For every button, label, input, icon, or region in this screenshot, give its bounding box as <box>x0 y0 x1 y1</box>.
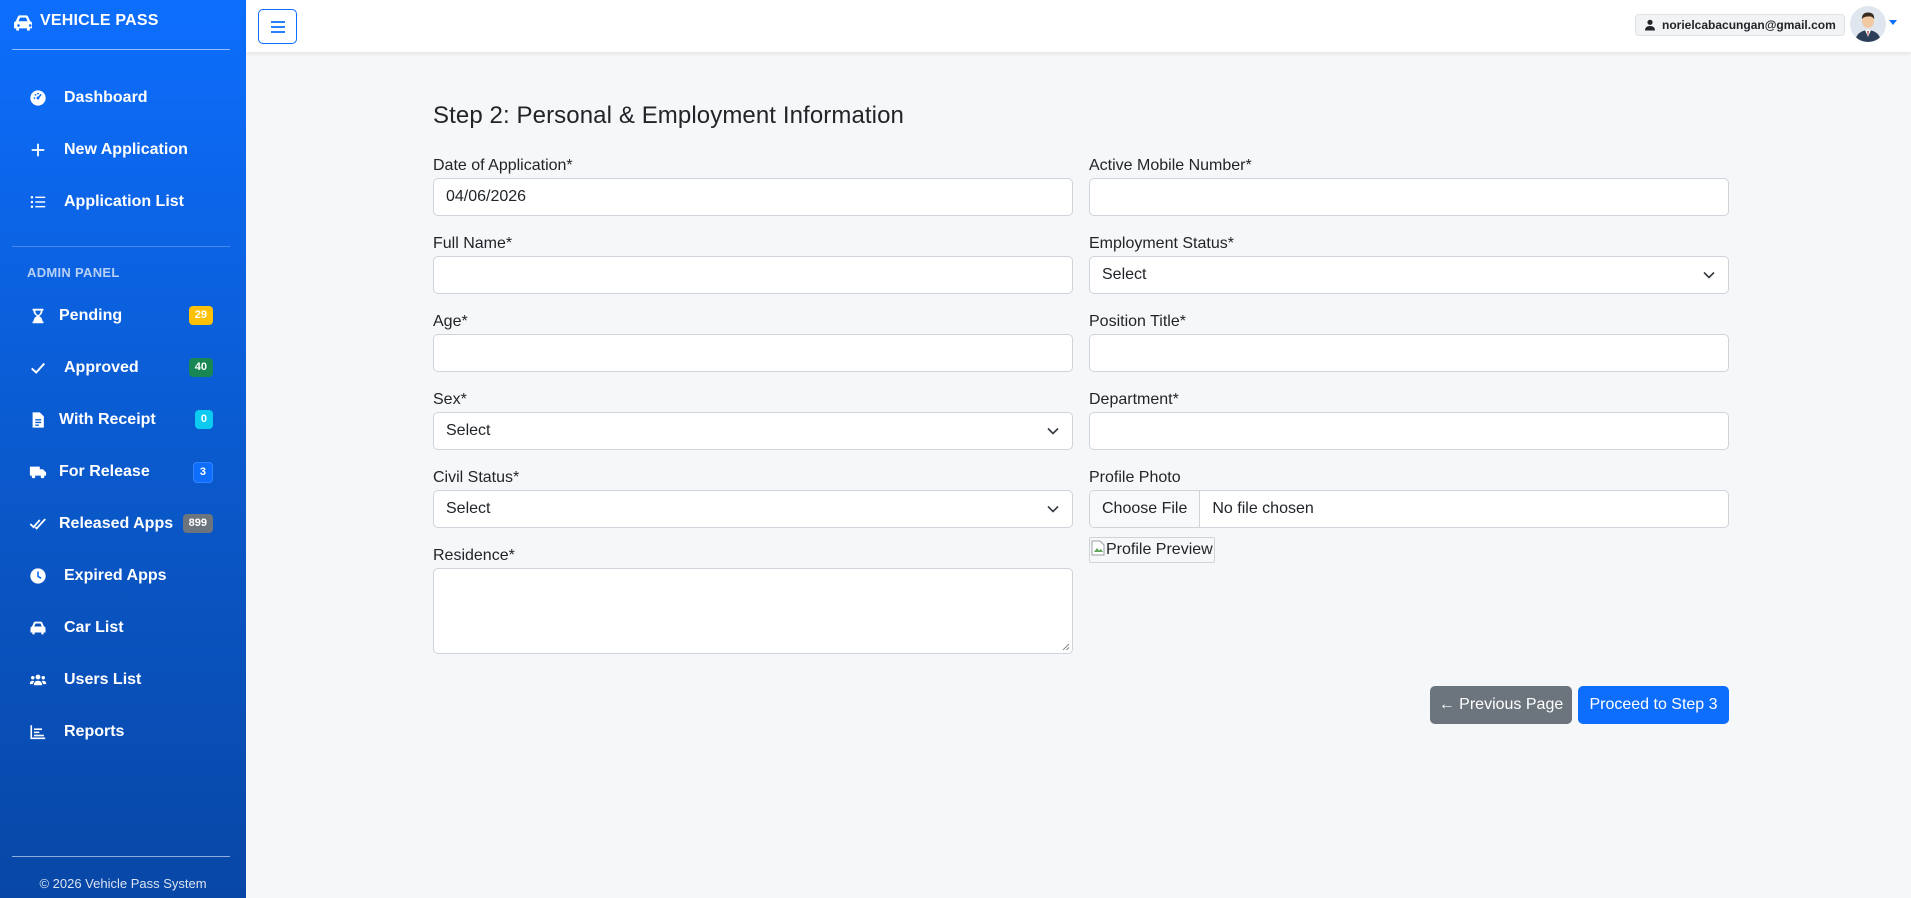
hamburger-icon <box>270 20 285 33</box>
sidebar-item-approved[interactable]: Approved 40 <box>18 348 228 388</box>
chevron-down-icon <box>1047 505 1059 513</box>
preview-alt-text: Profile Preview <box>1106 541 1213 558</box>
sex-select[interactable]: Select <box>433 412 1073 450</box>
civil-status-label: Civil Status* <box>433 469 520 486</box>
choose-file-button[interactable]: Choose File <box>1090 491 1201 527</box>
position-label: Position Title* <box>1089 313 1186 330</box>
chevron-down-icon <box>1047 427 1059 435</box>
profile-photo-input[interactable]: Choose File No file chosen <box>1089 490 1729 528</box>
plus-icon <box>26 138 50 162</box>
sidebar-item-label: Reports <box>64 723 125 740</box>
mobile-label: Active Mobile Number* <box>1089 157 1252 174</box>
hourglass-icon <box>26 304 50 328</box>
sidebar-item-label: Application List <box>64 193 184 210</box>
age-label: Age* <box>433 313 468 330</box>
sidebar-item-label: For Release <box>59 463 150 480</box>
proceed-step-3-button[interactable]: Proceed to Step 3 <box>1578 686 1729 724</box>
sidebar-item-label: Car List <box>64 619 124 636</box>
check-icon <box>26 356 50 380</box>
double-check-icon <box>26 512 50 536</box>
receipt-count-badge: 0 <box>194 410 213 429</box>
sidebar: VEHICLE PASS Dashboard New Application A… <box>0 0 246 898</box>
position-field[interactable] <box>1089 334 1729 372</box>
car-icon <box>14 15 32 31</box>
department-label: Department* <box>1089 391 1179 408</box>
sidebar-item-label: Approved <box>64 359 139 376</box>
date-value: 04/06/2026 <box>446 188 527 205</box>
released-count-badge: 899 <box>182 514 213 533</box>
residence-label: Residence* <box>433 547 515 564</box>
profile-photo-label: Profile Photo <box>1089 469 1181 486</box>
sidebar-item-for-release[interactable]: For Release 3 <box>18 452 228 492</box>
profile-preview-image: Profile Preview <box>1089 537 1215 563</box>
sidebar-item-pending[interactable]: Pending 29 <box>18 296 228 336</box>
fullname-label: Full Name* <box>433 235 513 252</box>
department-field[interactable] <box>1089 412 1729 450</box>
sidebar-item-label: Released Apps <box>59 515 174 532</box>
broken-image-icon <box>1091 540 1105 556</box>
user-icon <box>1645 19 1655 31</box>
user-email-chip[interactable]: norielcabacungan@gmail.com <box>1635 14 1845 36</box>
divider <box>12 856 230 857</box>
truck-icon <box>26 460 50 484</box>
sidebar-item-label: With Receipt <box>59 411 156 428</box>
date-label: Date of Application* <box>433 157 573 174</box>
sidebar-item-car-list[interactable]: Car List <box>18 608 228 648</box>
resize-handle-icon[interactable] <box>1062 643 1070 651</box>
approved-count-badge: 40 <box>188 358 213 377</box>
sidebar-item-application-list[interactable]: Application List <box>18 182 228 222</box>
civil-status-value: Select <box>446 500 491 517</box>
fullname-field[interactable] <box>433 256 1073 294</box>
dashboard-icon <box>26 86 50 110</box>
sex-value: Select <box>446 422 491 439</box>
previous-page-button[interactable]: ← Previous Page <box>1430 686 1572 724</box>
chevron-down-icon <box>1703 271 1715 279</box>
employment-value: Select <box>1102 266 1147 283</box>
employment-label: Employment Status* <box>1089 235 1234 252</box>
car-icon <box>26 616 50 640</box>
admin-panel-title: ADMIN PANEL <box>27 265 120 280</box>
avatar[interactable] <box>1850 6 1886 42</box>
sidebar-item-dashboard[interactable]: Dashboard <box>18 78 228 118</box>
chevron-down-icon[interactable] <box>1889 20 1897 25</box>
sidebar-item-with-receipt[interactable]: With Receipt 0 <box>18 400 228 440</box>
sidebar-item-expired-apps[interactable]: Expired Apps <box>18 556 228 596</box>
sidebar-item-new-application[interactable]: New Application <box>18 130 228 170</box>
mobile-field[interactable] <box>1089 178 1729 216</box>
list-icon <box>26 190 50 214</box>
footer-copyright: © 2026 Vehicle Pass System <box>39 876 207 891</box>
sidebar-item-label: Users List <box>64 671 142 688</box>
sidebar-item-label: Dashboard <box>64 89 148 106</box>
sex-label: Sex* <box>433 391 467 408</box>
page-title: Step 2: Personal & Employment Informatio… <box>433 102 904 129</box>
employment-status-select[interactable]: Select <box>1089 256 1729 294</box>
divider <box>12 246 230 247</box>
residence-textarea[interactable] <box>433 568 1073 654</box>
user-email: norielcabacungan@gmail.com <box>1662 18 1836 32</box>
release-count-badge: 3 <box>192 462 213 483</box>
sidebar-toggle-button[interactable] <box>258 9 297 44</box>
sidebar-item-reports[interactable]: Reports <box>18 712 228 752</box>
date-field[interactable]: 04/06/2026 <box>433 178 1073 216</box>
topbar: norielcabacungan@gmail.com <box>246 0 1911 52</box>
sidebar-item-label: Pending <box>59 307 123 324</box>
file-status: No file chosen <box>1212 500 1314 517</box>
receipt-icon <box>26 408 50 432</box>
sidebar-item-released-apps[interactable]: Released Apps 899 <box>18 504 228 544</box>
sidebar-item-users-list[interactable]: Users List <box>18 660 228 700</box>
sidebar-item-label: Expired Apps <box>64 567 167 584</box>
clock-icon <box>26 564 50 588</box>
users-icon <box>26 668 50 692</box>
chart-icon <box>26 720 50 744</box>
brand-title: VEHICLE PASS <box>40 12 159 29</box>
brand[interactable]: VEHICLE PASS <box>12 12 230 50</box>
sidebar-item-label: New Application <box>64 141 188 158</box>
civil-status-select[interactable]: Select <box>433 490 1073 528</box>
pending-count-badge: 29 <box>188 306 213 325</box>
age-field[interactable] <box>433 334 1073 372</box>
